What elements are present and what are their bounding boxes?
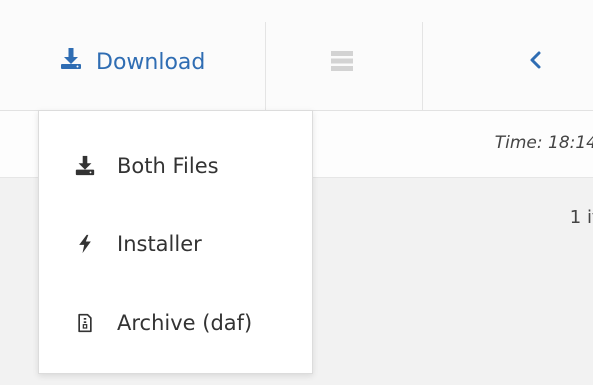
toolbar: Download [0,0,593,111]
previous-button[interactable] [520,44,550,80]
bolt-icon [73,232,97,256]
menu-item-installer[interactable]: Installer [39,216,312,272]
time-label: Time: 18:14 [494,133,593,153]
file-archive-icon [73,311,97,335]
grid-icon [330,51,354,76]
toolbar-separator [422,22,423,110]
download-dropdown-menu: Both Files Installer Archive (daf) [38,110,313,374]
menu-item-label: Installer [117,232,202,256]
chevron-left-icon [528,50,542,74]
download-icon [73,154,97,178]
items-count: 1 it [569,207,593,228]
toolbar-separator [265,22,266,110]
menu-item-archive[interactable]: Archive (daf) [39,295,312,351]
download-icon [58,46,84,78]
download-button[interactable]: Download [58,42,205,82]
menu-item-label: Both Files [117,154,219,178]
download-label: Download [96,49,206,75]
menu-item-both-files[interactable]: Both Files [39,138,312,194]
menu-item-label: Archive (daf) [117,311,253,335]
grid-view-button[interactable] [330,50,354,72]
